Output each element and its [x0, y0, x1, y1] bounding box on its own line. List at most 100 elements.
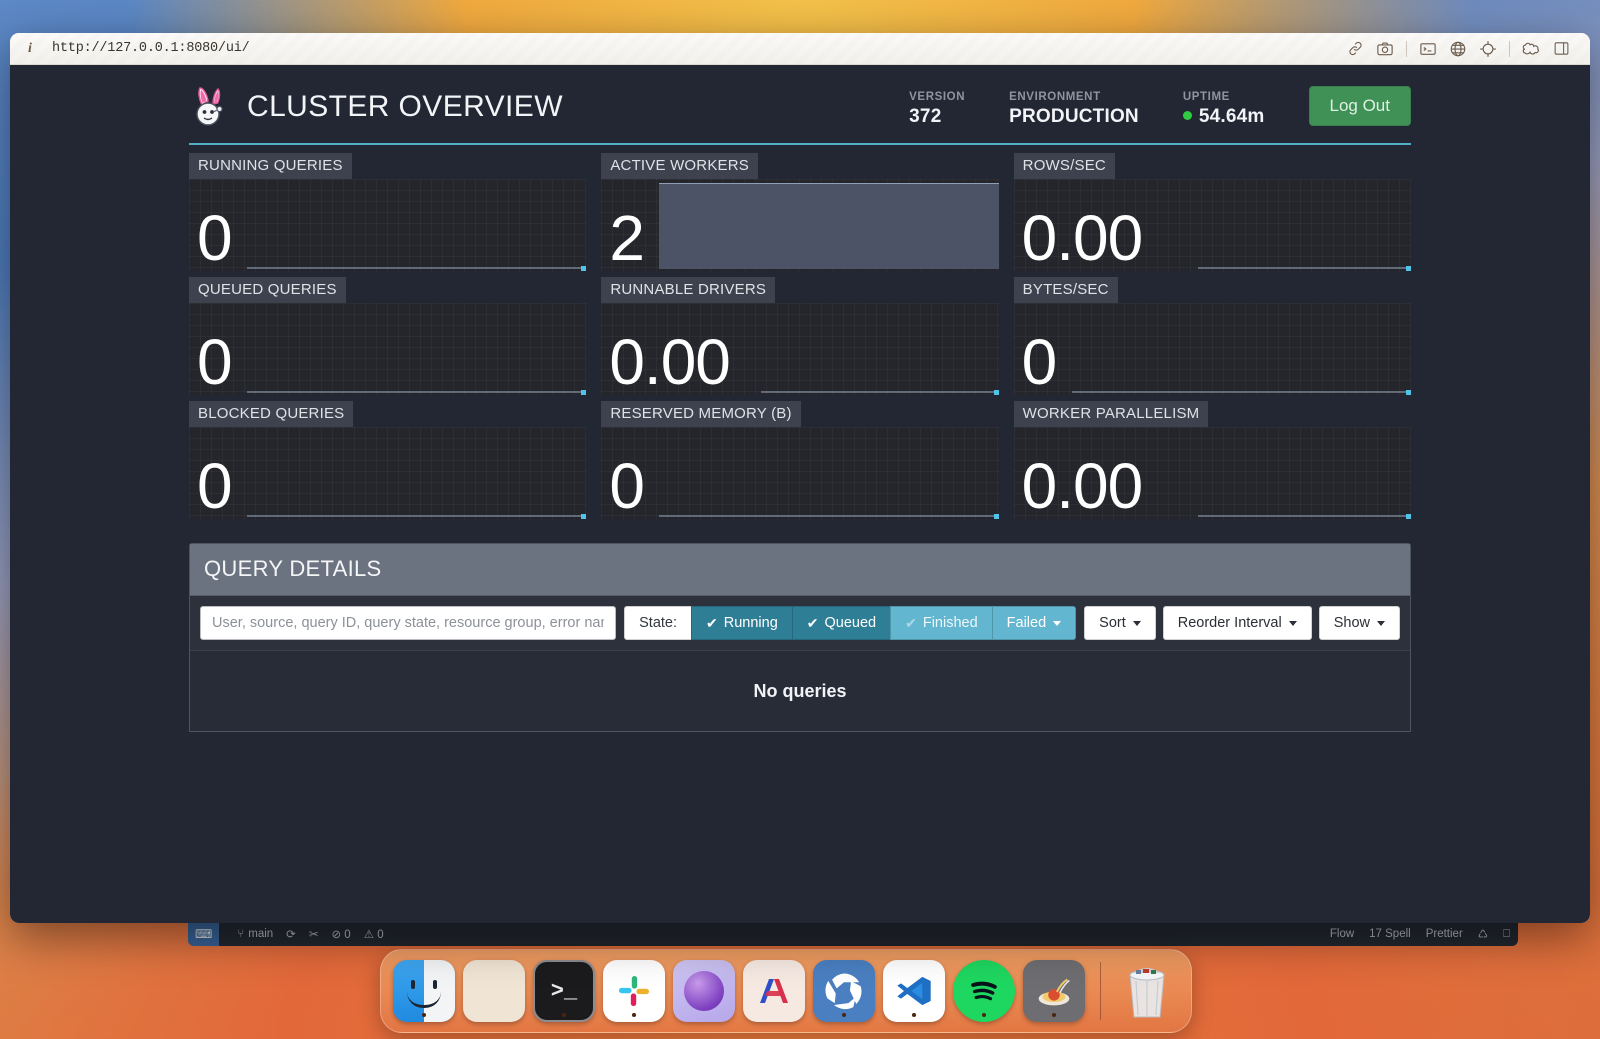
- dock-item-pasta[interactable]: [1023, 960, 1085, 1022]
- stat-card-label: BYTES/SEC: [1013, 277, 1118, 303]
- stat-label: ENVIRONMENT: [1009, 91, 1101, 103]
- reorder-interval-label: Reorder Interval: [1177, 615, 1282, 631]
- dock-item-orb[interactable]: [673, 960, 735, 1022]
- stat-card-value: 2: [609, 202, 645, 274]
- app-header: CLUSTER OVERVIEW VERSION 372 ENVIRONMENT…: [189, 83, 1411, 145]
- state-filter-label: State:: [624, 606, 693, 640]
- dock-item-anthropic[interactable]: [743, 960, 805, 1022]
- sparkline-chart: [189, 179, 587, 271]
- header-stat-environment: ENVIRONMENT PRODUCTION: [1009, 91, 1139, 128]
- camera-icon[interactable]: [1370, 38, 1400, 60]
- vscode-branch-label: main: [248, 928, 274, 940]
- state-filter-label-queued: Queued: [824, 615, 877, 631]
- dock-item-trash[interactable]: [1116, 960, 1178, 1022]
- vscode-prettier[interactable]: Prettier: [1426, 928, 1463, 940]
- orb-app-icon[interactable]: [673, 960, 735, 1022]
- info-icon[interactable]: i: [24, 41, 36, 57]
- vscode-layout[interactable]: ⎕: [1503, 928, 1510, 941]
- state-filter-running[interactable]: ✔ Running: [691, 606, 793, 640]
- vscode-scissors[interactable]: ✂: [309, 927, 319, 941]
- stat-card-label: RESERVED MEMORY (B): [601, 401, 801, 427]
- stat-card-blocked-queries: BLOCKED QUERIES 0: [189, 401, 587, 525]
- vscode-bell[interactable]: ♺: [1478, 927, 1488, 941]
- stat-card-label: RUNNABLE DRIVERS: [601, 277, 776, 303]
- stat-card-queued-queries: QUEUED QUERIES 0: [189, 277, 587, 401]
- header-stat-version: VERSION 372: [909, 91, 965, 128]
- header-stats: VERSION 372 ENVIRONMENT PRODUCTION UPTIM…: [909, 86, 1411, 128]
- stat-card-value: 0.00: [1021, 202, 1144, 274]
- stat-card-value: 0: [197, 202, 233, 274]
- macos-dock: >_: [380, 949, 1192, 1033]
- target-icon[interactable]: [1473, 38, 1503, 60]
- stat-card-rows-sec: ROWS/SEC 0.00: [1013, 153, 1411, 277]
- sparkline-chart: [189, 427, 587, 519]
- vscode-window-behind: ⌨ ⑂ main ⟳ ✂ ⊘ 0 ⚠ 0 Flow 17 Spell Prett…: [188, 920, 1518, 946]
- empty-state-message: No queries: [753, 680, 847, 701]
- dock-running-dot: [982, 1013, 986, 1017]
- dock-item-vscode[interactable]: [883, 960, 945, 1022]
- query-details-title: QUERY DETAILS: [204, 556, 382, 581]
- dock-divider: [1100, 962, 1101, 1020]
- stat-card-value: 0: [609, 450, 645, 522]
- sort-button[interactable]: Sort: [1084, 606, 1156, 640]
- dock-item-terminal[interactable]: >_: [533, 960, 595, 1022]
- stat-label: UPTIME: [1182, 91, 1230, 103]
- query-details-toolbar: State: ✔ Running ✔ Queued ✔ F: [190, 596, 1410, 651]
- show-button[interactable]: Show: [1318, 606, 1400, 640]
- vscode-spell[interactable]: 17 Spell: [1369, 928, 1411, 940]
- chevron-down-icon: [1288, 620, 1297, 626]
- cluster-stats-grid: RUNNING QUERIES 0 ACTIVE WORKERS 2 ROWS/…: [189, 153, 1411, 525]
- sparkline-chart: [601, 179, 999, 271]
- toolbar-divider: [1509, 40, 1510, 57]
- trino-rabbit-logo: [189, 83, 233, 131]
- vscode-warnings[interactable]: ⚠ 0: [364, 927, 384, 941]
- trash-bin-icon[interactable]: [1116, 960, 1178, 1022]
- browser-toolbar: i http://127.0.0.1:8080/ui/: [10, 33, 1590, 65]
- vscode-remote-indicator[interactable]: ⌨: [188, 922, 220, 946]
- stat-card-value: 0.00: [1021, 450, 1144, 522]
- stat-card-bytes-sec: BYTES/SEC 0: [1013, 277, 1411, 401]
- dock-item-finder[interactable]: [393, 960, 455, 1022]
- sparkline-chart: [601, 427, 999, 519]
- status-dot-icon: [1182, 111, 1192, 120]
- url-bar[interactable]: http://127.0.0.1:8080/ui/: [52, 41, 250, 56]
- logout-button[interactable]: Log Out: [1308, 86, 1411, 126]
- sidebar-panel-icon[interactable]: [1546, 38, 1576, 60]
- dock-running-dot: [1052, 1013, 1056, 1017]
- chevron-down-icon: [1132, 620, 1141, 626]
- vscode-problems[interactable]: ⊘ 0: [331, 927, 350, 941]
- globe-icon[interactable]: [1443, 38, 1473, 60]
- dock-item-spotify[interactable]: [953, 960, 1015, 1022]
- stat-card-label: RUNNING QUERIES: [189, 153, 352, 179]
- reorder-interval-button[interactable]: Reorder Interval: [1162, 606, 1312, 640]
- state-filter-queued[interactable]: ✔ Queued: [791, 606, 892, 640]
- vscode-sync[interactable]: ⟳: [286, 927, 296, 941]
- anthropic-icon[interactable]: [743, 960, 805, 1022]
- query-details-panel: QUERY DETAILS State: ✔ Running ✔: [189, 543, 1411, 732]
- dock-item-launchpad[interactable]: [463, 960, 525, 1022]
- trino-cluster-overview-app: CLUSTER OVERVIEW VERSION 372 ENVIRONMENT…: [10, 65, 1590, 923]
- dock-item-slack[interactable]: [603, 960, 665, 1022]
- stat-value: 372: [909, 106, 942, 127]
- page-title: CLUSTER OVERVIEW: [247, 90, 563, 123]
- stat-card-reserved-memory: RESERVED MEMORY (B) 0: [601, 401, 999, 525]
- vscode-branch[interactable]: ⑂ main: [237, 928, 273, 940]
- browser-window: i http://127.0.0.1:8080/ui/ CLUSTER OVER…: [10, 33, 1590, 923]
- link-icon[interactable]: [1340, 38, 1370, 60]
- puzzle-extension-icon[interactable]: [1516, 38, 1546, 60]
- dock-item-shutter[interactable]: [813, 960, 875, 1022]
- state-filter-finished[interactable]: ✔ Finished: [890, 606, 993, 640]
- search-input[interactable]: [200, 606, 617, 640]
- stat-value-wrap: 54.64m: [1182, 106, 1265, 128]
- dock-running-dot: [562, 1013, 566, 1017]
- sparkline-chart: [189, 303, 587, 395]
- stat-card-value: 0: [197, 450, 233, 522]
- dock-running-dot: [422, 1013, 426, 1017]
- state-filter-failed[interactable]: Failed: [991, 606, 1077, 640]
- dock-running-dot: [912, 1013, 916, 1017]
- vscode-flow[interactable]: Flow: [1330, 928, 1354, 940]
- vscode-status-bar: ⌨ ⑂ main ⟳ ✂ ⊘ 0 ⚠ 0 Flow 17 Spell Prett…: [188, 922, 1518, 946]
- dock-running-dot: [842, 1013, 846, 1017]
- launchpad-icon[interactable]: [463, 960, 525, 1022]
- terminal-icon[interactable]: [1413, 38, 1443, 60]
